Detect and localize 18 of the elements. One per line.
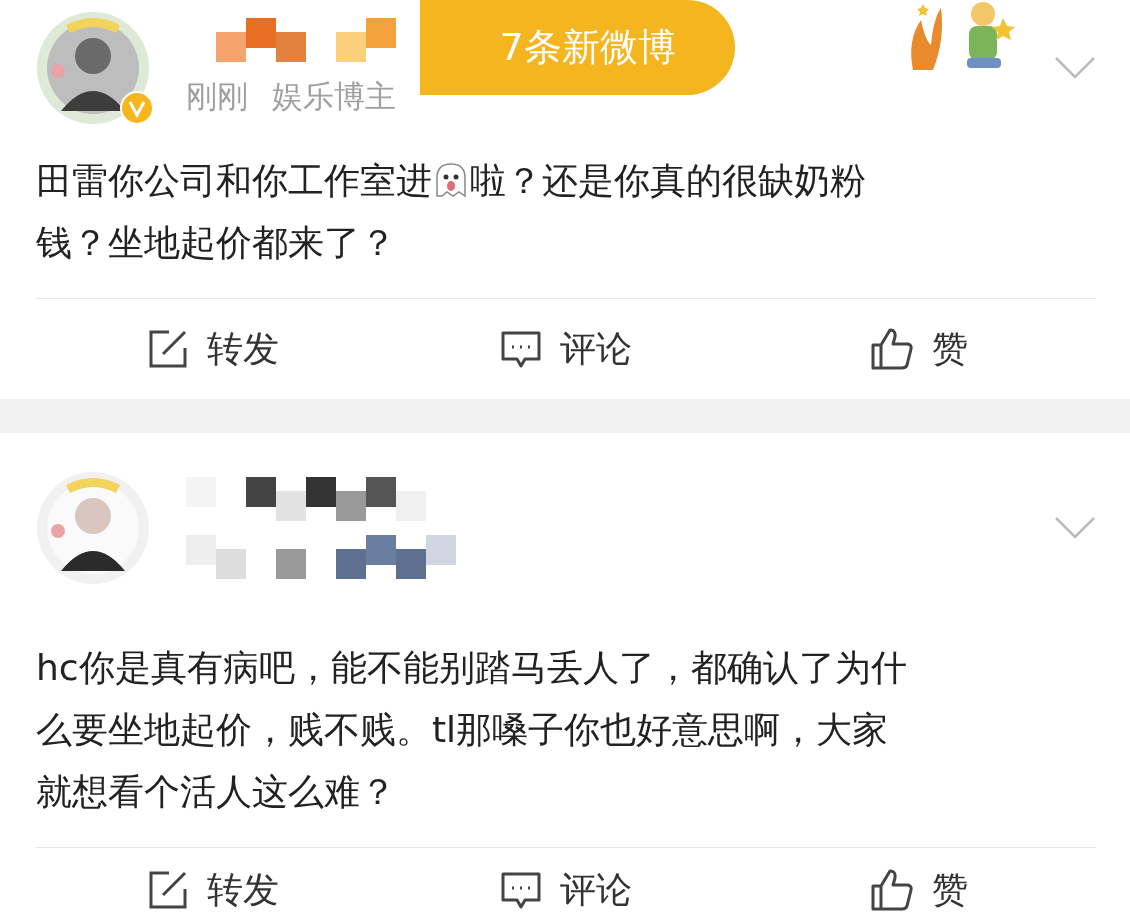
comment-button[interactable]: 评论 [389,865,743,915]
user-tag: 娱乐博主 [272,76,396,118]
post-text: 钱？坐地起价都来了？ [36,221,396,265]
post-text: 么要坐地起价，贱不贱。tl那嗓子你也好意思啊，大家 [36,708,889,752]
post-text: 啦？还是你真的很缺奶粉 [470,159,866,203]
post-text: 就想看个活人这么难？ [36,770,396,814]
repost-button[interactable]: 转发 [36,865,390,915]
post-time: 刚刚 [186,77,248,116]
chevron-down-icon[interactable] [1054,56,1096,80]
repost-button[interactable]: 转发 [36,324,390,374]
thumbs-up-icon [870,868,915,912]
like-button[interactable]: 赞 [742,865,1096,915]
comment-button[interactable]: 评论 [389,324,743,374]
like-button[interactable]: 赞 [742,324,1096,374]
post-text: hc你是真有病吧，能不能别踏马丢人了，都确认了为什 [36,646,907,690]
post-text: 田雷你公司和你工作室进 [36,159,432,203]
chevron-down-icon[interactable] [1054,516,1096,540]
thumbs-up-icon [870,327,915,371]
